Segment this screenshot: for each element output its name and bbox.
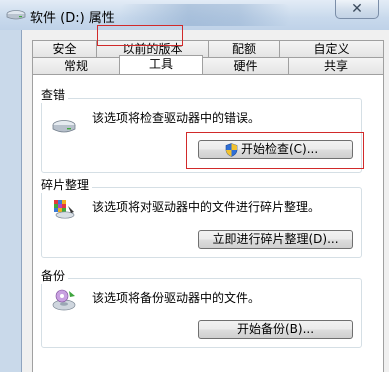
- backup-description: 该选项将备份驱动器中的文件。: [92, 291, 261, 305]
- tab-tools-highlight: [97, 25, 183, 46]
- backup-icon: [52, 289, 76, 311]
- defrag-now-button[interactable]: 立即进行碎片整理(D)...: [198, 230, 353, 249]
- title-bar-glass: [120, 4, 290, 26]
- tab-row-front: 常规 工具 硬件 共享: [32, 55, 384, 74]
- tab-hardware[interactable]: 硬件: [202, 57, 289, 74]
- defrag-description: 该选项将对驱动器中的文件进行碎片整理。: [92, 200, 321, 214]
- hard-drive-icon: [52, 120, 76, 133]
- backup-label: 备份: [41, 267, 69, 284]
- close-button[interactable]: ✕: [335, 0, 379, 19]
- uac-shield-icon: [225, 143, 238, 157]
- error-check-description: 该选项将检查驱动器中的错误。: [92, 111, 261, 125]
- tab-general[interactable]: 常规: [32, 57, 120, 74]
- error-check-label: 查错: [41, 86, 69, 103]
- tab-row-back: 安全 以前的版本 配额 自定义: [32, 40, 384, 57]
- drive-icon: [6, 10, 26, 20]
- defrag-icon: [54, 200, 75, 219]
- start-check-button[interactable]: 开始检查(C)...: [198, 140, 353, 159]
- title-bar: 软件 (D:) 属性 ✕: [0, 0, 389, 30]
- tab-customize[interactable]: 自定义: [279, 40, 384, 57]
- window-title: 软件 (D:) 属性: [30, 11, 115, 26]
- close-icon: ✕: [351, 1, 363, 17]
- start-check-button-label: 开始检查(C)...: [241, 142, 319, 156]
- start-backup-button[interactable]: 开始备份(B)...: [198, 320, 353, 339]
- defrag-label: 碎片整理: [41, 176, 93, 193]
- tab-security[interactable]: 安全: [32, 40, 97, 57]
- tab-sharing[interactable]: 共享: [288, 57, 384, 74]
- tab-tools[interactable]: 工具: [119, 55, 203, 74]
- tab-quota[interactable]: 配额: [208, 40, 280, 57]
